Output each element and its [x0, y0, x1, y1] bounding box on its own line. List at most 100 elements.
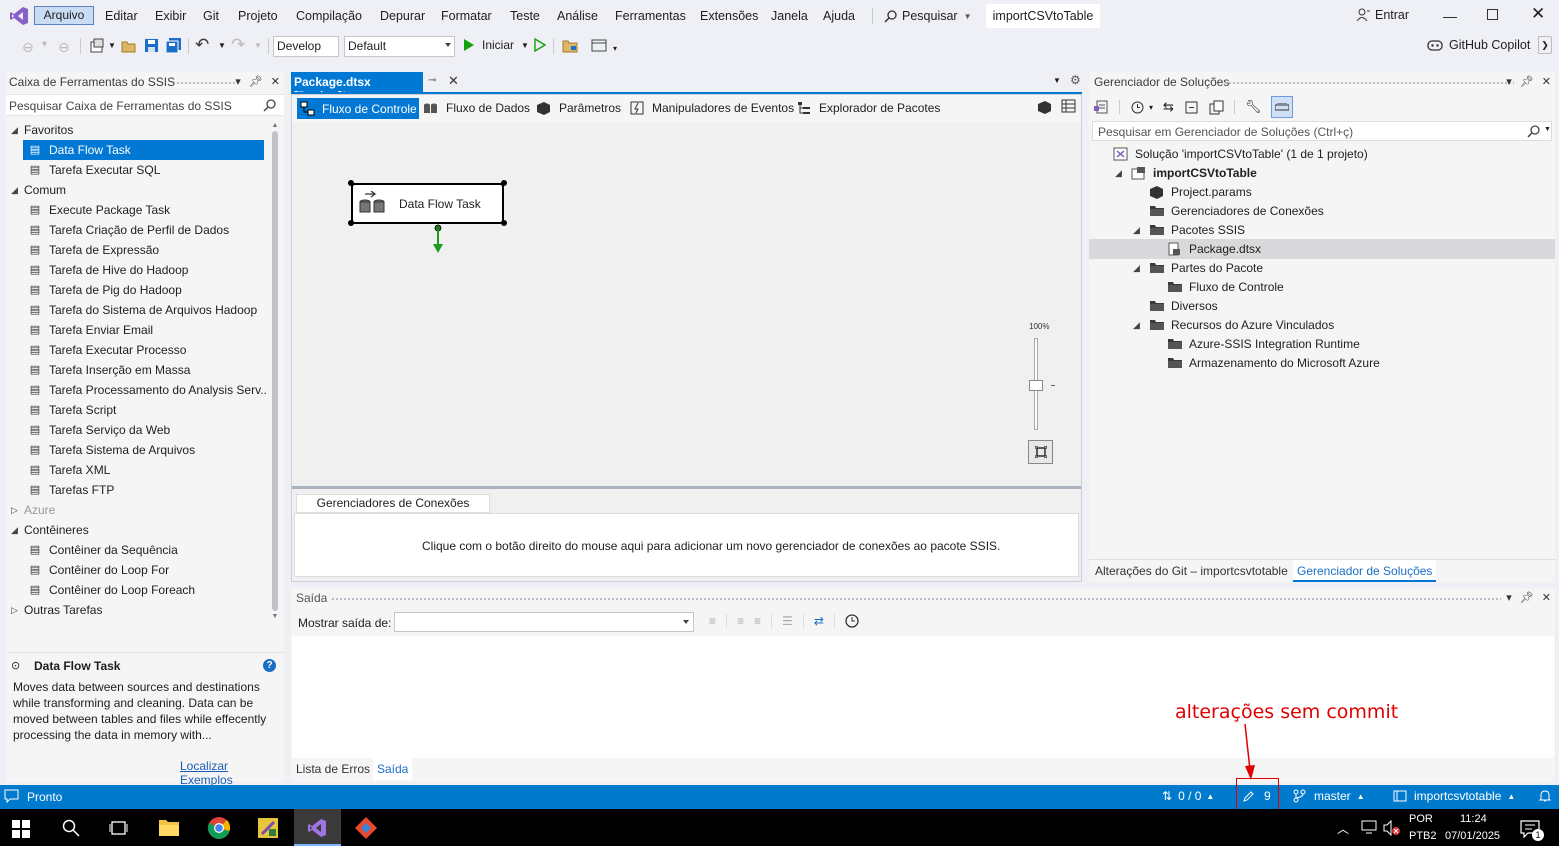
toolbox-group[interactable]: ◢ Comum [6, 180, 268, 200]
file-explorer-icon[interactable] [158, 817, 184, 843]
close-tab-icon[interactable]: ✕ [448, 73, 459, 89]
scrollbar-thumb[interactable] [272, 131, 278, 611]
output-source-combo[interactable] [394, 612, 694, 632]
collapse-icon[interactable]: ◢ [1133, 258, 1140, 278]
toolbox-item[interactable]: ▤ Tarefa Executar Processo [6, 340, 268, 360]
chevron-down-icon[interactable]: ▾ [1506, 591, 1512, 604]
save-icon[interactable] [144, 38, 159, 53]
menu-janela[interactable]: Janela [771, 9, 808, 23]
toolbox-item[interactable]: ▤ Tarefa XML [6, 460, 268, 480]
toolbox-item[interactable]: ▤ Tarefa Sistema de Arquivos [6, 440, 268, 460]
toolbox-item[interactable]: ▤ Tarefa de Pig do Hadoop [6, 280, 268, 300]
toolbox-item[interactable]: ▤ Tarefa Script [6, 400, 268, 420]
help-icon[interactable]: ? [263, 659, 276, 672]
solution-tree-item[interactable]: Solução 'importCSVtoTable' (1 de 1 proje… [1089, 144, 1555, 164]
pin-icon[interactable]: 📌︎ [1520, 591, 1534, 604]
output-text-area[interactable] [292, 636, 1554, 758]
menu-depurar[interactable]: Depurar [380, 9, 425, 23]
collapse-icon[interactable]: ◢ [1133, 220, 1140, 240]
branch-status[interactable]: master ▲ [1293, 789, 1365, 803]
toolbox-item[interactable]: ▤ Contêiner do Loop Foreach [6, 580, 268, 600]
toolbox-item[interactable]: ▤ Tarefa Inserção em Massa [6, 360, 268, 380]
variables-icon[interactable] [1037, 100, 1052, 114]
next-message-icon[interactable]: ≡ [754, 614, 761, 628]
chevron-up-icon[interactable]: ︿ [1337, 820, 1349, 837]
clock-date[interactable]: 07/01/2025 [1445, 830, 1500, 842]
chrome-icon[interactable] [207, 816, 233, 842]
prev-message-icon[interactable]: ≡ [737, 614, 744, 628]
solution-tree-item[interactable]: Project.params [1089, 182, 1555, 202]
menu-analise[interactable]: Análise [557, 9, 598, 23]
undo-icon[interactable]: ↶ [195, 35, 209, 55]
notification-bell-icon[interactable] [1538, 789, 1552, 803]
toolbox-group[interactable]: ◢ Contêineres [6, 520, 268, 540]
toolbox-search[interactable]: Pesquisar Caixa de Ferramentas do SSIS [6, 94, 284, 116]
tab-output[interactable]: Saída [373, 758, 413, 780]
collapse-icon[interactable]: ◢ [11, 120, 18, 140]
collapse-icon[interactable]: ◢ [1133, 315, 1140, 335]
grid-icon[interactable] [1061, 99, 1076, 113]
search-icon[interactable] [62, 819, 88, 845]
collapse-icon[interactable]: ⊙ [11, 659, 20, 672]
zoom-fit-button[interactable] [1028, 440, 1053, 464]
menu-teste[interactable]: Teste [510, 9, 540, 23]
close-icon[interactable]: ✕ [1542, 591, 1551, 604]
toolbox-group[interactable]: ◢ Favoritos [6, 120, 268, 140]
git-tool-icon[interactable] [354, 816, 380, 842]
sync-icon[interactable]: ⇆ [1163, 99, 1174, 115]
close-button[interactable]: ✕ [1531, 4, 1545, 24]
expand-icon[interactable]: ▷ [11, 600, 18, 620]
toolbox-item[interactable]: ▤ Execute Package Task [6, 200, 268, 220]
tab-package-design[interactable]: Package.dtsx [Design]* [291, 72, 423, 103]
collapse-all-icon[interactable] [1184, 100, 1199, 115]
chevron-down-icon[interactable]: ▾ [235, 75, 241, 88]
toolbox-item[interactable]: ▤ Tarefas FTP [6, 480, 268, 500]
open-folder-icon[interactable] [121, 38, 137, 54]
start-without-debug-icon[interactable] [534, 38, 546, 52]
solution-config-combo[interactable]: Develop [273, 36, 339, 57]
expand-icon[interactable]: ▷ [11, 500, 18, 520]
save-all-icon[interactable] [166, 38, 182, 54]
toolbox-item[interactable]: ▤ Contêiner da Sequência [6, 540, 268, 560]
solution-tree-item[interactable]: ◢ Recursos do Azure Vinculados [1089, 315, 1555, 335]
chevron-down-icon[interactable]: ▼ [1053, 76, 1061, 85]
close-icon[interactable]: ✕ [271, 75, 280, 88]
tab-manipuladores[interactable]: Manipuladores de Eventos [630, 101, 794, 115]
toolbox-item[interactable]: ▤ Tarefa de Expressão [6, 240, 268, 260]
solution-tree-item[interactable]: Diversos [1089, 296, 1555, 316]
tab-gerenciadores-conexoes[interactable]: Gerenciadores de Conexões [296, 494, 490, 513]
toolbox-item[interactable]: ▤ Tarefa Processamento do Analysis Serv..… [6, 380, 268, 400]
toolbox-group[interactable]: ▷ Outras Tarefas [6, 600, 268, 620]
global-search[interactable]: Pesquisar ▼ [884, 6, 972, 26]
close-icon[interactable]: ✕ [1542, 75, 1551, 88]
windows-start-icon[interactable] [12, 820, 38, 846]
toolbox-item[interactable]: ▤ Tarefa Criação de Perfil de Dados [6, 220, 268, 240]
control-flow-canvas[interactable]: Data Flow Task 100% [292, 123, 1081, 487]
solution-tree-item[interactable]: Armazenamento do Microsoft Azure [1089, 353, 1555, 373]
tab-solution-explorer[interactable]: Gerenciador de Soluções [1293, 560, 1437, 582]
preview-icon[interactable] [1271, 96, 1294, 118]
network-icon[interactable] [1361, 820, 1377, 834]
volume-muted-icon[interactable] [1383, 820, 1401, 836]
minimize-button[interactable]: — [1443, 8, 1457, 24]
restore-button[interactable] [1487, 9, 1498, 20]
pin-icon[interactable]: 📌︎ [249, 75, 263, 88]
solution-tree-item[interactable]: Package.dtsx [1089, 239, 1555, 259]
toolbox-item[interactable]: ▤ Tarefa Serviço da Web [6, 420, 268, 440]
history-icon[interactable] [1130, 100, 1145, 115]
wrench-icon[interactable]: 🔧︎ [1245, 99, 1262, 115]
solution-tree-item[interactable]: Gerenciadores de Conexões [1089, 201, 1555, 221]
solution-tree-item[interactable]: ◢ Pacotes SSIS [1089, 220, 1555, 240]
collapse-icon[interactable]: ◢ [11, 180, 18, 200]
switch-views-icon[interactable] [1093, 99, 1109, 115]
toolbox-item[interactable]: ▤ Tarefa de Hive do Hadoop [6, 260, 268, 280]
ssms-icon[interactable] [256, 816, 282, 842]
chevron-down-icon[interactable]: ▾ [1506, 75, 1512, 88]
forward-icon[interactable]: ⊖ [58, 39, 70, 56]
git-sync-status[interactable]: ⇅ 0 / 0 ▲ [1162, 789, 1214, 803]
connection-managers-area[interactable]: Gerenciadores de Conexões Clique com o b… [292, 489, 1081, 581]
redo-icon[interactable]: ↷ [231, 35, 245, 55]
menu-editar[interactable]: Editar [105, 9, 138, 23]
toolbox-item[interactable]: ▤ Contêiner do Loop For [6, 560, 268, 580]
github-copilot-button[interactable]: GitHub Copilot [1427, 38, 1530, 52]
